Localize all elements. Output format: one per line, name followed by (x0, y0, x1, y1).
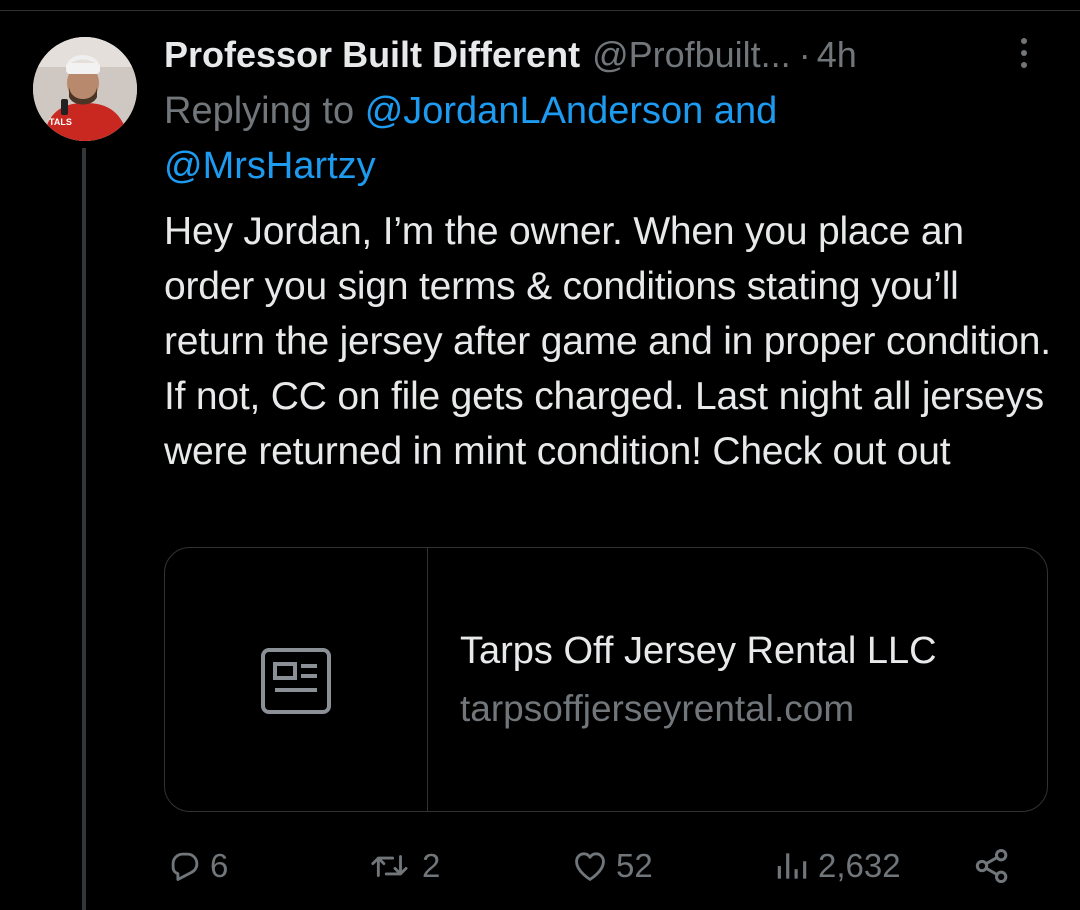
reply-icon (171, 852, 199, 881)
like-button[interactable]: 52 (570, 838, 653, 894)
link-card-thumbnail (165, 548, 428, 811)
share-button[interactable] (972, 838, 1012, 894)
retweet-icon (371, 855, 408, 877)
avatar-photo: TALS (33, 37, 137, 141)
more-options-icon[interactable] (1014, 38, 1034, 82)
link-card-domain: tarpsoffjerseyrental.com (460, 688, 855, 729)
separator-dot: · (798, 34, 811, 75)
link-card[interactable]: Tarps Off Jersey Rental LLC tarpsoffjers… (164, 547, 1048, 812)
replying-and[interactable]: and (714, 90, 777, 132)
replying-to: Replying to @JordanLAnderson and @MrsHar… (164, 84, 1044, 194)
reply-count: 6 (210, 847, 229, 884)
tweet-header: Professor Built Different @Profbuilt... … (164, 30, 857, 80)
views-count: 2,632 (818, 847, 901, 884)
replying-prefix: Replying to (164, 90, 355, 132)
retweet-button[interactable]: 2 (366, 838, 440, 894)
like-count: 52 (616, 847, 653, 884)
tweet-text: Hey Jordan, I’m the owner. When you plac… (164, 210, 1051, 473)
link-card-title: Tarps Off Jersey Rental LLC (460, 630, 937, 672)
avatar[interactable]: TALS (33, 37, 137, 141)
author-name[interactable]: Professor Built Different (164, 34, 580, 76)
action-bar: 6 2 52 2,632 (164, 838, 1044, 894)
timestamp[interactable]: 4h (817, 34, 857, 76)
share-icon (975, 849, 1008, 883)
views-button[interactable]: 2,632 (772, 838, 901, 894)
heart-icon (575, 852, 605, 881)
mention-jordan[interactable]: @JordanLAnderson (365, 90, 704, 132)
views-icon (777, 853, 807, 879)
svg-text:TALS: TALS (49, 117, 72, 127)
reply-button[interactable]: 6 (166, 838, 228, 894)
thread-line (82, 148, 86, 910)
top-divider (0, 10, 1080, 11)
author-handle[interactable]: @Profbuilt... (592, 34, 791, 76)
article-icon (261, 648, 331, 714)
mention-mrshartzy[interactable]: @MrsHartzy (164, 145, 376, 187)
retweet-count: 2 (422, 847, 441, 884)
